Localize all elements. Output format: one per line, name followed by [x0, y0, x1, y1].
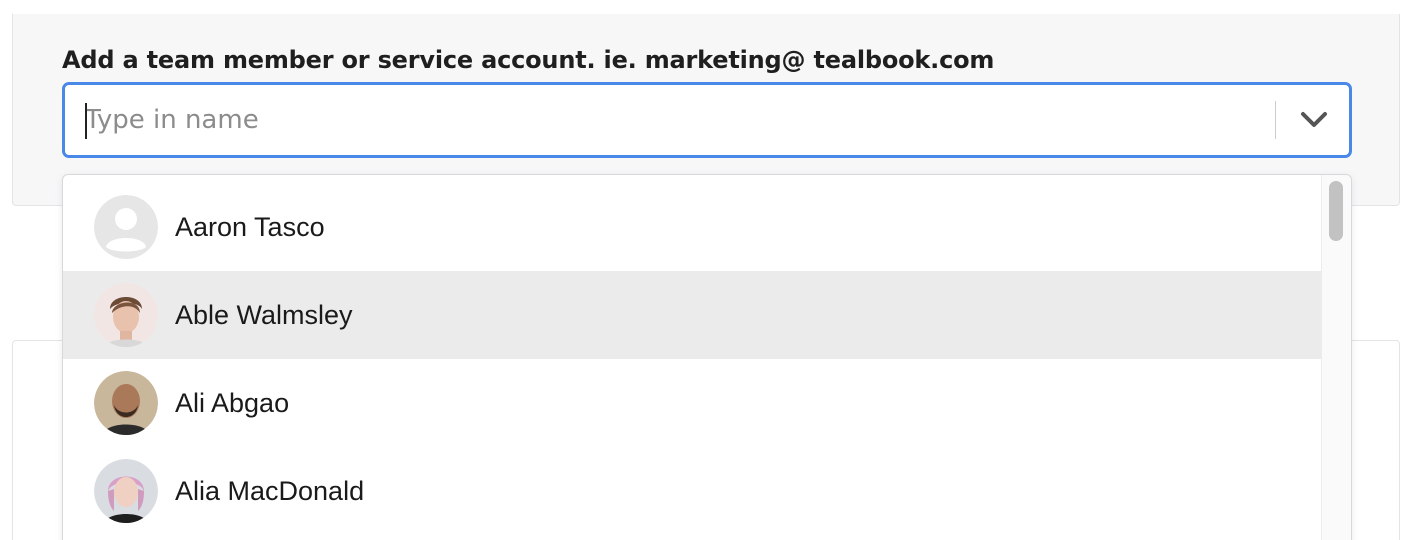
option-name: Ali Abgao [175, 387, 290, 418]
dropdown-toggle-button[interactable] [1297, 103, 1331, 137]
page: Add a team member or service account. ie… [0, 0, 1426, 540]
member-combobox[interactable] [62, 82, 1352, 158]
avatar [94, 459, 158, 523]
option-able-walmsley[interactable]: Able Walmsley [63, 271, 1322, 359]
member-search-input[interactable] [85, 85, 1265, 155]
options-list: Aaron Tasco Able Walmsley Ali Abgao Alia… [63, 183, 1322, 535]
option-name: Aaron Tasco [175, 211, 325, 242]
avatar [94, 371, 158, 435]
text-cursor [85, 103, 87, 139]
option-aaron-tasco[interactable]: Aaron Tasco [63, 183, 1322, 271]
scrollbar-thumb[interactable] [1329, 181, 1343, 241]
option-ali-abgao[interactable]: Ali Abgao [63, 359, 1322, 447]
chevron-down-icon [1301, 112, 1327, 127]
member-options-menu: Aaron Tasco Able Walmsley Ali Abgao Alia… [62, 174, 1352, 540]
avatar [94, 283, 158, 347]
default-user-icon [94, 195, 158, 259]
menu-scrollbar[interactable] [1321, 175, 1351, 540]
option-alia-macdonald[interactable]: Alia MacDonald [63, 447, 1322, 535]
field-label: Add a team member or service account. ie… [62, 46, 995, 74]
option-name: Able Walmsley [175, 299, 353, 330]
option-name: Alia MacDonald [175, 475, 365, 506]
combobox-separator [1275, 101, 1276, 139]
